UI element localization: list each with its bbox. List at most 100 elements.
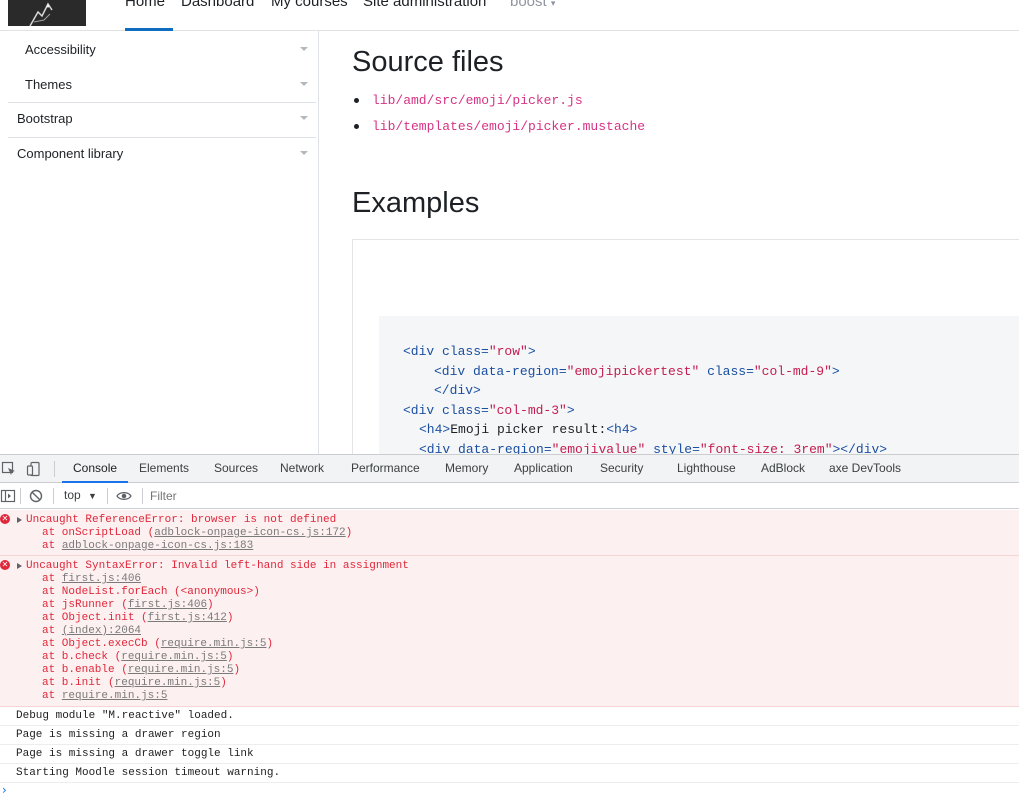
console-filter-input[interactable] <box>150 488 1010 504</box>
theme-menu-label: boost <box>510 0 547 10</box>
source-link[interactable]: first.js:406 <box>128 599 207 611</box>
console-log-row[interactable]: Page is missing a drawer toggle link <box>0 745 1019 764</box>
source-link[interactable]: require.min.js:5 <box>62 690 168 702</box>
code-line: <div class="col-md-3"> <box>403 402 575 418</box>
list-item: lib/amd/src/emoji/picker.js <box>352 91 645 117</box>
device-toolbar-icon[interactable] <box>26 461 42 477</box>
console-prompt-icon[interactable]: › <box>2 783 7 797</box>
source-link[interactable]: first.js:412 <box>148 612 227 624</box>
tab-sources[interactable]: Sources <box>214 455 258 483</box>
code-block: <div class="row"> <div data-region="emoj… <box>379 316 1019 454</box>
source-link[interactable]: require.min.js:5 <box>128 664 234 676</box>
nav-home[interactable]: Home <box>125 0 173 31</box>
stack-frame: at Object.init (first.js:412) <box>42 612 234 624</box>
nav-my-courses[interactable]: My courses <box>271 0 348 31</box>
expand-triangle-icon[interactable] <box>17 563 22 569</box>
inspect-element-icon[interactable] <box>1 461 17 477</box>
stack-frame: at b.enable (require.min.js:5) <box>42 664 241 676</box>
sidebar-item-accessibility[interactable]: Accessibility <box>25 32 308 67</box>
code-line: <div class="row"> <box>403 344 536 359</box>
theme-menu[interactable]: boost ▾ <box>510 0 555 31</box>
error-icon: ✕ <box>0 560 10 570</box>
stack-frame: at jsRunner (first.js:406) <box>42 599 214 611</box>
tab-memory[interactable]: Memory <box>445 455 488 483</box>
error-message: Uncaught SyntaxError: Invalid left-hand … <box>26 560 409 572</box>
console-log-row[interactable]: Debug module "M.reactive" loaded. <box>0 707 1019 726</box>
list-item: lib/templates/emoji/picker.mustache <box>352 117 645 143</box>
code-line: </div> <box>434 383 481 398</box>
sidebar-item-label: Component library <box>17 146 124 161</box>
source-link[interactable]: adblock-onpage-icon-cs.js:183 <box>62 540 253 552</box>
sidebar-item-label: Accessibility <box>25 42 96 57</box>
toolbar-divider <box>20 488 21 504</box>
tab-application[interactable]: Application <box>514 455 573 483</box>
stack-frame: at (index):2064 <box>42 625 142 637</box>
tab-elements[interactable]: Elements <box>139 455 189 483</box>
code-line: <div data-region="emojivalue" style="fon… <box>419 441 888 455</box>
chevron-down-icon <box>300 47 308 51</box>
sidebar-item-themes[interactable]: Themes <box>25 67 308 102</box>
tab-adblock[interactable]: AdBlock <box>761 455 805 483</box>
stack-frame: at Object.execCb (require.min.js:5) <box>42 638 274 650</box>
context-selector[interactable]: top ▼ <box>64 488 97 502</box>
caret-down-icon: ▼ <box>88 491 97 501</box>
sidebar-item-label: Bootstrap <box>17 111 73 126</box>
devtools-panel: Console Elements Sources Network Perform… <box>0 454 1019 807</box>
stack-frame: at adblock-onpage-icon-cs.js:183 <box>42 540 254 552</box>
expand-triangle-icon[interactable] <box>17 517 22 523</box>
main-content: Source files lib/amd/src/emoji/picker.js… <box>320 31 1019 454</box>
console-log-row[interactable]: Page is missing a drawer region <box>0 726 1019 745</box>
source-link[interactable]: require.min.js:5 <box>121 651 227 663</box>
clear-console-icon[interactable] <box>28 488 44 504</box>
error-icon: ✕ <box>0 514 10 524</box>
source-link[interactable]: first.js:406 <box>62 573 141 585</box>
tab-network[interactable]: Network <box>280 455 324 483</box>
examples-heading: Examples <box>352 187 480 219</box>
top-navbar: Home Dashboard My courses Site administr… <box>0 0 1019 31</box>
toolbar-divider <box>53 488 54 504</box>
source-link[interactable]: adblock-onpage-icon-cs.js:172 <box>154 527 345 539</box>
code-line: <h4>Emoji picker result:<h4> <box>419 422 638 437</box>
context-selector-label: top <box>64 488 81 502</box>
console-log-row[interactable]: Starting Moodle session timeout warning. <box>0 764 1019 783</box>
tab-console[interactable]: Console <box>62 455 129 483</box>
stack-frame: at first.js:406 <box>42 573 142 585</box>
console-output: ✕ Uncaught ReferenceError: browser is no… <box>0 510 1019 808</box>
tab-security[interactable]: Security <box>600 455 643 483</box>
source-link[interactable]: require.min.js:5 <box>161 638 267 650</box>
chevron-down-icon <box>300 151 308 155</box>
source-link[interactable]: (index):2064 <box>62 625 141 637</box>
stack-frame: at require.min.js:5 <box>42 690 168 702</box>
stack-frame: at b.check (require.min.js:5) <box>42 651 234 663</box>
console-error-row[interactable]: ✕ Uncaught ReferenceError: browser is no… <box>0 510 1019 556</box>
toolbar-divider <box>142 488 143 504</box>
tab-lighthouse[interactable]: Lighthouse <box>677 455 736 483</box>
devtools-tabbar: Console Elements Sources Network Perform… <box>0 455 1019 483</box>
chevron-down-icon: ▾ <box>550 0 556 8</box>
tab-performance[interactable]: Performance <box>351 455 420 483</box>
nav-dashboard[interactable]: Dashboard <box>181 0 254 31</box>
sidebar-item-component-library[interactable]: Component library <box>17 136 308 171</box>
sidebar-item-label: Themes <box>25 77 72 92</box>
console-toolbar: top ▼ <box>0 483 1019 509</box>
source-link[interactable]: require.min.js:5 <box>115 677 221 689</box>
toolbar-divider <box>107 488 108 504</box>
console-error-row[interactable]: ✕ Uncaught SyntaxError: Invalid left-han… <box>0 556 1019 707</box>
nav-site-administration[interactable]: Site administration <box>363 0 486 31</box>
sidebar-toggle-icon[interactable] <box>0 488 16 504</box>
site-logo[interactable] <box>8 0 86 26</box>
stack-frame: at onScriptLoad (adblock-onpage-icon-cs.… <box>42 527 353 539</box>
chevron-down-icon <box>300 82 308 86</box>
sidebar-item-bootstrap[interactable]: Bootstrap <box>17 101 308 136</box>
source-files-list: lib/amd/src/emoji/picker.js lib/template… <box>352 91 645 143</box>
source-files-heading: Source files <box>352 46 504 78</box>
chevron-down-icon <box>300 116 308 120</box>
stack-frame: at NodeList.forEach (<anonymous>) <box>42 586 260 598</box>
toolbar-divider <box>54 461 55 477</box>
stack-frame: at b.init (require.min.js:5) <box>42 677 227 689</box>
code-line: <div data-region="emojipickertest" class… <box>434 363 840 379</box>
eye-icon[interactable] <box>116 488 132 504</box>
sidebar: Accessibility Themes Bootstrap Component… <box>0 31 319 454</box>
tab-axe-devtools[interactable]: axe DevTools <box>829 455 901 483</box>
error-message: Uncaught ReferenceError: browser is not … <box>26 514 337 526</box>
